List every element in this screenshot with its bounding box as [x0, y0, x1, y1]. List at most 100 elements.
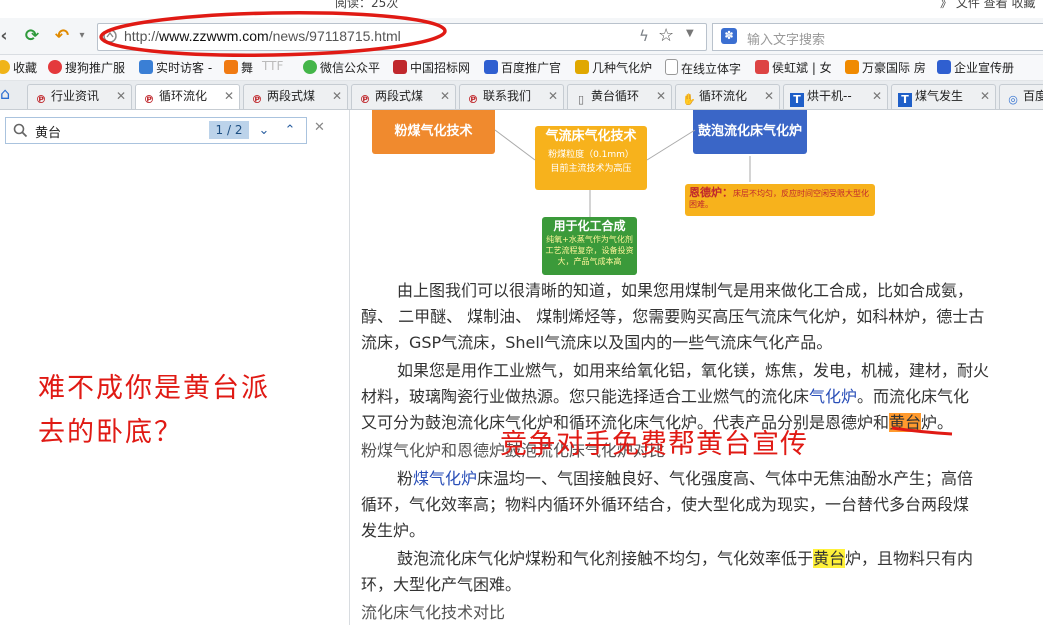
- dance-icon: [224, 60, 238, 74]
- tab[interactable]: ℗ 行业资讯 ✕: [27, 84, 132, 109]
- refresh-icon[interactable]: ⟳: [22, 26, 42, 46]
- close-icon[interactable]: ✕: [314, 120, 325, 135]
- diagram-node-line: 纯氧+水蒸气作为气化剂工艺流程复杂，设备投资大，产品气成本高: [545, 235, 634, 266]
- find-highlight: 黄台: [813, 549, 846, 568]
- page-icon: [665, 59, 678, 75]
- tab[interactable]: ✋ 循环流化 ✕: [675, 84, 780, 109]
- handwritten-annotation-left-2: 去的卧底？: [38, 417, 183, 448]
- red-ellipse-annotation: [99, 11, 447, 57]
- star-icon[interactable]: ☆: [658, 25, 674, 46]
- close-icon[interactable]: ✕: [440, 85, 450, 108]
- handwritten-annotation-left-1: 难不成你是黄台派: [38, 373, 270, 404]
- close-icon[interactable]: ✕: [764, 85, 774, 108]
- home-icon[interactable]: ⌂: [0, 84, 10, 103]
- site-favicon-icon: ℗: [143, 93, 155, 106]
- page-content: 粉煤气化技术 气流床气化技术 粉煤粒度（0.1mm） 目前主流技术为高压 鼓泡流…: [350, 110, 1043, 625]
- t-logo-icon: T: [790, 93, 804, 107]
- diagram-node-chemical: 用于化工合成 纯氧+水蒸气作为气化剂工艺流程复杂，设备投资大，产品气成本高: [542, 217, 637, 275]
- close-icon[interactable]: ✕: [656, 85, 666, 108]
- close-icon[interactable]: ✕: [224, 85, 234, 108]
- close-icon[interactable]: ✕: [872, 85, 882, 108]
- find-query[interactable]: 黄台: [35, 122, 61, 141]
- paragraph-line: 醇、 二甲醚、 煤制油、 煤制烯烃等，您需要购买高压气流床气化炉，如科林炉，德士…: [361, 307, 985, 326]
- paragraph-line: 循环，气化效率高；物料内循环外循环结合，使大型化成为现实，一台替代多台两段煤: [361, 495, 970, 514]
- close-icon[interactable]: ✕: [332, 85, 342, 108]
- handwritten-annotation-center: 竞争对手免费帮黄台宣传: [500, 429, 808, 460]
- search-icon: [13, 123, 28, 138]
- undo-icon[interactable]: ↶: [52, 26, 72, 46]
- diagram-node-endel: 恩德炉：床层不均匀，反应时间空闲受限大型化困难。: [685, 184, 875, 216]
- bookmark-item[interactable]: 实时访客 -: [139, 59, 212, 76]
- chart-icon: [139, 60, 153, 74]
- bookmark-item[interactable]: 舞: [224, 59, 253, 76]
- chevron-down-icon[interactable]: ▾: [72, 26, 92, 46]
- bookmark-item[interactable]: 搜狗推广服: [48, 59, 125, 76]
- baidu-paw-icon: [484, 60, 498, 74]
- search-box[interactable]: ✽ 输入文字搜索: [712, 23, 1043, 51]
- paragraph-line: 由上图我们可以很清晰的知道，如果您用煤制气是用来做化工合成，比如合成氨，: [397, 281, 974, 300]
- t-logo-icon: T: [898, 93, 912, 107]
- section-subtitle: 流化床气化技术对比: [361, 603, 506, 622]
- red-underline-annotation: [891, 426, 953, 436]
- paragraph-line: 材料，玻璃陶瓷行业做热源。您只能选择适合工业燃气的流化床气化炉。而流化床气化: [361, 387, 970, 406]
- paragraph-line: 鼓泡流化床气化炉煤粉和气化剂接触不均匀，气化效率低于黄台炉，且物料只有内: [397, 549, 974, 568]
- paragraph-line: 如果您是用作工业燃气，如用来给氧化铝，氧化镁，炼焦，发电，机械，建材，耐火: [397, 361, 990, 380]
- bookmark-item[interactable]: TTF: [262, 59, 283, 73]
- bookmark-item[interactable]: 几种气化炉: [575, 59, 652, 76]
- hand-icon: ✋: [682, 93, 696, 106]
- close-icon[interactable]: ✕: [548, 85, 558, 108]
- find-panel: 黄台 1 / 2 ⌄ ⌃ ✕ 难不成你是黄台派 去的卧底？: [0, 110, 350, 625]
- tab-active[interactable]: ℗ 循环流化 ✕: [135, 84, 240, 109]
- tab[interactable]: ℗ 两段式煤 ✕: [243, 84, 348, 109]
- paragraph-line: 环，大型化产气困难。: [361, 575, 522, 594]
- folder-icon: [575, 60, 589, 74]
- tab[interactable]: ◎百度: [999, 84, 1043, 109]
- bookmark-item[interactable]: 侯虹斌 | 女: [755, 59, 832, 76]
- bookmark-item[interactable]: 在线立体字: [665, 59, 741, 77]
- tab[interactable]: T 烘干机-- ✕: [783, 84, 888, 109]
- zbw-icon: [393, 60, 407, 74]
- link[interactable]: 煤气化炉: [413, 469, 477, 488]
- search-placeholder: 输入文字搜索: [747, 33, 826, 48]
- tab[interactable]: ℗ 两段式煤 ✕: [351, 84, 456, 109]
- wechat-icon: [303, 60, 317, 74]
- bookmark-item[interactable]: 中国招标网: [393, 59, 470, 76]
- diagram-node-title: 用于化工合成: [553, 219, 626, 233]
- house-icon: [845, 60, 859, 74]
- bookmark-item[interactable]: 微信公众平: [303, 59, 380, 76]
- close-icon[interactable]: ✕: [116, 85, 126, 108]
- lightning-icon[interactable]: ϟ: [639, 27, 649, 45]
- site-favicon-icon: ℗: [359, 93, 371, 106]
- site-favicon-icon: ℗: [35, 93, 47, 106]
- bookmark-item[interactable]: 百度推广官: [484, 59, 561, 76]
- tab[interactable]: T 煤气发生 ✕: [891, 84, 996, 109]
- baidu-paw-icon: [937, 60, 951, 74]
- site-favicon-icon: ℗: [251, 93, 263, 106]
- diagram-node-title: 恩德炉：: [689, 186, 733, 199]
- find-next-button[interactable]: ⌄: [254, 122, 274, 140]
- star-icon: [0, 60, 10, 74]
- find-count-badge: 1 / 2: [209, 121, 249, 139]
- tab[interactable]: ℗ 联系我们 ✕: [459, 84, 564, 109]
- menu-strip: 》 文件 查看 收藏: [940, 0, 1036, 10]
- person-icon: [755, 60, 769, 74]
- close-icon[interactable]: ✕: [980, 85, 990, 108]
- tab-strip: ⌂ ℗ 行业资讯 ✕ ℗ 循环流化 ✕ ℗ 两段式煤 ✕ ℗ 两段式煤 ✕ ℗ 联系我们 ✕ ▯ 黄台…: [0, 81, 1043, 110]
- browser-logo-icon: ◎: [1008, 93, 1018, 106]
- find-input[interactable]: 黄台 1 / 2 ⌄ ⌃: [5, 117, 307, 144]
- paragraph-line: 流床，GSP气流床，Shell气流床以及国内的一些气流床气化产品。: [361, 333, 833, 352]
- paragraph-line: 发生炉。: [361, 521, 426, 540]
- site-favicon-icon: ℗: [467, 93, 479, 106]
- bookmark-item[interactable]: 收藏: [0, 59, 37, 76]
- back-arrow-icon[interactable]: ‹: [0, 26, 14, 46]
- sogou-icon: [48, 60, 62, 74]
- find-prev-button[interactable]: ⌃: [280, 122, 300, 140]
- bookmark-item[interactable]: 企业宣传册: [937, 59, 1014, 76]
- tab[interactable]: ▯ 黄台循环 ✕: [567, 84, 672, 109]
- baidu-paw-icon: ✽: [721, 28, 737, 44]
- page-icon: ▯: [577, 93, 585, 106]
- bookmark-item[interactable]: 万豪国际 房: [845, 59, 926, 76]
- paragraph-line: 粉煤气化炉床温均一、气固接触良好、气化强度高、气体中无焦油酚水产生；高倍: [397, 469, 974, 488]
- url-dropdown-icon[interactable]: ▼: [686, 28, 694, 39]
- link[interactable]: 气化炉: [809, 387, 857, 406]
